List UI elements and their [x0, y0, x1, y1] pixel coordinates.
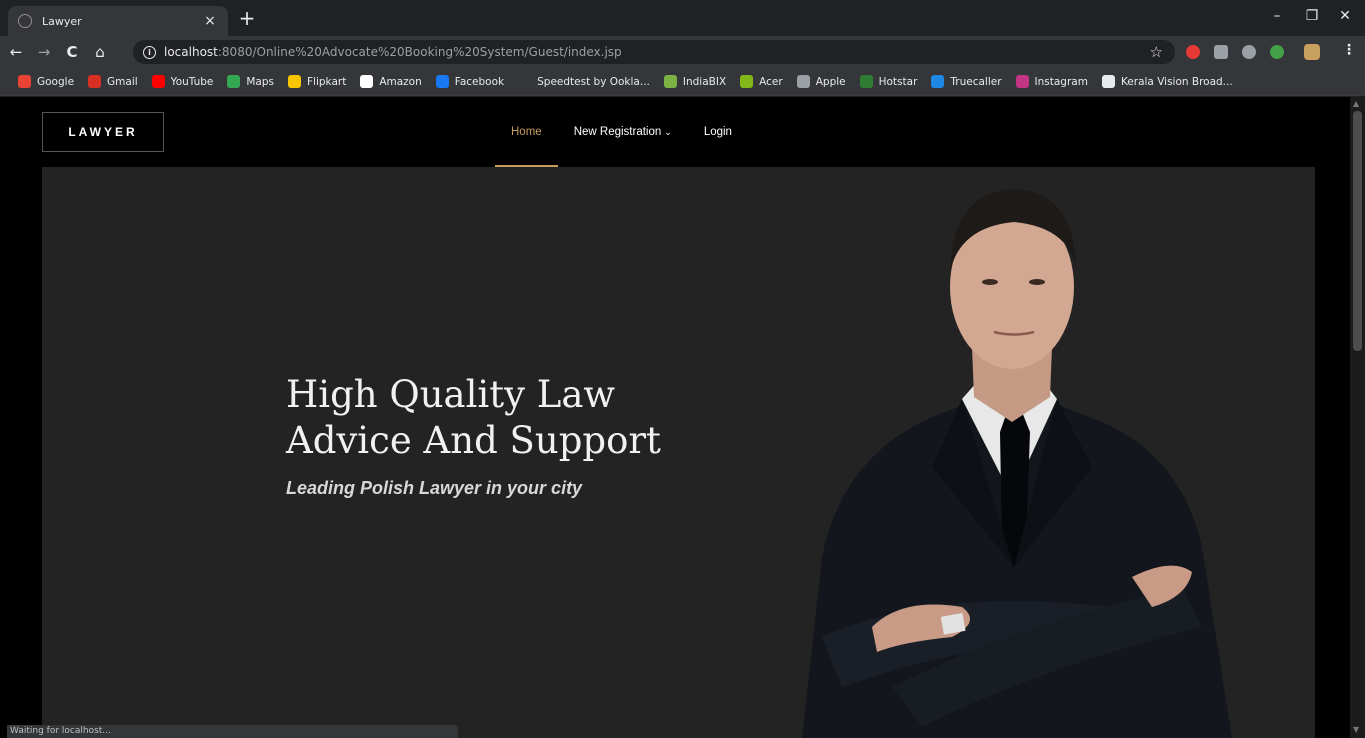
bookmarks-bar: Google Gmail YouTube Maps Flipkart Amazon Face…	[0, 68, 1365, 96]
bookmark-item[interactable]: Google	[18, 75, 74, 88]
speedtest-icon	[518, 75, 532, 88]
info-icon[interactable]: i	[143, 45, 156, 59]
facebook-icon	[435, 75, 449, 88]
nav-new-registration[interactable]: New Registration ⌄	[558, 97, 688, 167]
site-logo[interactable]: LAWYER	[42, 112, 164, 152]
bookmark-label: Instagram	[1034, 75, 1088, 88]
bookmark-label: Facebook	[454, 75, 505, 88]
bookmark-item[interactable]: Facebook	[435, 75, 505, 88]
logo-text: LAWYER	[68, 125, 138, 139]
bookmark-item[interactable]: IndiaBIX	[663, 75, 727, 88]
extension-icon[interactable]	[1270, 45, 1284, 59]
scrollbar[interactable]: ▲ ▼	[1350, 97, 1365, 738]
hero-subtitle: Leading Polish Lawyer in your city	[286, 478, 583, 498]
bookmark-label: Acer	[759, 75, 783, 88]
tab-title: Lawyer	[42, 14, 82, 28]
scroll-up-icon[interactable]: ▲	[1353, 99, 1359, 108]
gmail-icon	[88, 75, 102, 88]
bookmark-label: Amazon	[379, 75, 422, 88]
menu-icon[interactable]: ⋮	[1342, 42, 1356, 58]
hero-title-line-1: High Quality Law	[286, 373, 616, 416]
nav-login[interactable]: Login	[688, 97, 748, 167]
flipkart-icon	[288, 75, 302, 88]
back-button[interactable]: ←	[4, 43, 28, 61]
youtube-icon	[151, 75, 165, 88]
url-path: :8080/Online%20Advocate%20Booking%20Syst…	[217, 45, 622, 59]
bookmark-label: IndiaBIX	[682, 75, 727, 88]
bookmark-star-icon[interactable]: ☆	[1150, 43, 1163, 61]
amazon-icon	[360, 75, 374, 88]
indiabix-icon	[663, 75, 677, 88]
hero-section: High Quality Law Advice And Support Lead…	[42, 167, 1315, 738]
bookmark-item[interactable]: Maps	[227, 75, 274, 88]
keralavision-icon	[1101, 75, 1115, 88]
nav-new-registration-label: New Registration	[573, 126, 662, 138]
hero-title-line-2: Advice And Support	[286, 419, 661, 462]
home-button[interactable]: ⌂	[88, 43, 112, 61]
minimize-button[interactable]: –	[1267, 8, 1287, 24]
avatar[interactable]	[1304, 44, 1320, 60]
bookmark-item[interactable]: Instagram	[1015, 75, 1088, 88]
google-icon	[18, 75, 31, 88]
bookmark-label: Truecaller	[950, 75, 1002, 88]
bookmark-label: Maps	[246, 75, 275, 88]
bookmark-label: Google	[37, 75, 75, 88]
restore-button[interactable]: ❐	[1302, 8, 1322, 24]
bookmark-label: Apple	[815, 75, 846, 88]
bookmark-item[interactable]: Truecaller	[931, 75, 1002, 88]
bookmark-label: Kerala Vision Broad...	[1120, 75, 1233, 88]
bookmark-label: Hotstar	[878, 75, 918, 88]
truecaller-icon	[931, 75, 945, 88]
camera-icon[interactable]	[1214, 45, 1228, 59]
instagram-icon	[1015, 75, 1029, 88]
browser-tab[interactable]: Lawyer ×	[8, 6, 228, 36]
bookmark-item[interactable]: Apple	[796, 75, 846, 88]
bookmark-item[interactable]: Flipkart	[288, 75, 346, 88]
bookmark-label: Gmail	[107, 75, 138, 88]
acer-icon	[740, 75, 754, 88]
forward-button[interactable]: →	[32, 43, 56, 61]
globe-icon	[18, 14, 32, 28]
bookmark-item[interactable]: Kerala Vision Broad...	[1101, 75, 1233, 88]
extension-icon[interactable]	[1186, 45, 1200, 59]
url-host: localhost	[164, 45, 218, 59]
apple-icon	[796, 75, 810, 88]
bookmark-item[interactable]: Speedtest by Ookla...	[518, 75, 650, 88]
bookmark-item[interactable]: Gmail	[88, 75, 138, 88]
tab-strip: Lawyer × + – ❐ ✕	[0, 0, 1365, 36]
browser-toolbar: ← → C ⌂ i localhost :8080/Online%20Advoc…	[0, 36, 1365, 68]
bookmark-item[interactable]: Amazon	[360, 75, 422, 88]
close-window-button[interactable]: ✕	[1335, 8, 1355, 24]
address-bar[interactable]: i localhost :8080/Online%20Advocate%20Bo…	[133, 40, 1175, 64]
maps-icon	[227, 75, 241, 88]
main-nav: Home New Registration ⌄ Login	[495, 97, 748, 167]
bookmark-label: Speedtest by Ookla...	[537, 75, 650, 88]
chevron-down-icon: ⌄	[664, 126, 672, 137]
shield-icon[interactable]	[1242, 45, 1256, 59]
nav-home[interactable]: Home	[495, 97, 558, 167]
tab-close-icon[interactable]: ×	[202, 13, 218, 29]
hero-title: High Quality Law Advice And Support	[286, 372, 706, 464]
bookmark-item[interactable]: YouTube	[151, 75, 214, 88]
bookmark-label: YouTube	[170, 75, 214, 88]
scroll-down-icon[interactable]: ▼	[1353, 725, 1359, 734]
bookmark-item[interactable]: Acer	[740, 75, 783, 88]
bookmark-label: Flipkart	[307, 75, 347, 88]
lawyer-photo	[802, 189, 1232, 738]
bookmark-item[interactable]: Hotstar	[859, 75, 918, 88]
hotstar-icon	[859, 75, 873, 88]
reload-button[interactable]: C	[60, 43, 84, 61]
new-tab-button[interactable]: +	[236, 7, 258, 29]
scroll-thumb[interactable]	[1353, 111, 1362, 351]
status-bar: Waiting for localhost...	[7, 725, 458, 738]
page-viewport: LAWYER Home New Registration ⌄ Login Hig…	[0, 97, 1350, 738]
